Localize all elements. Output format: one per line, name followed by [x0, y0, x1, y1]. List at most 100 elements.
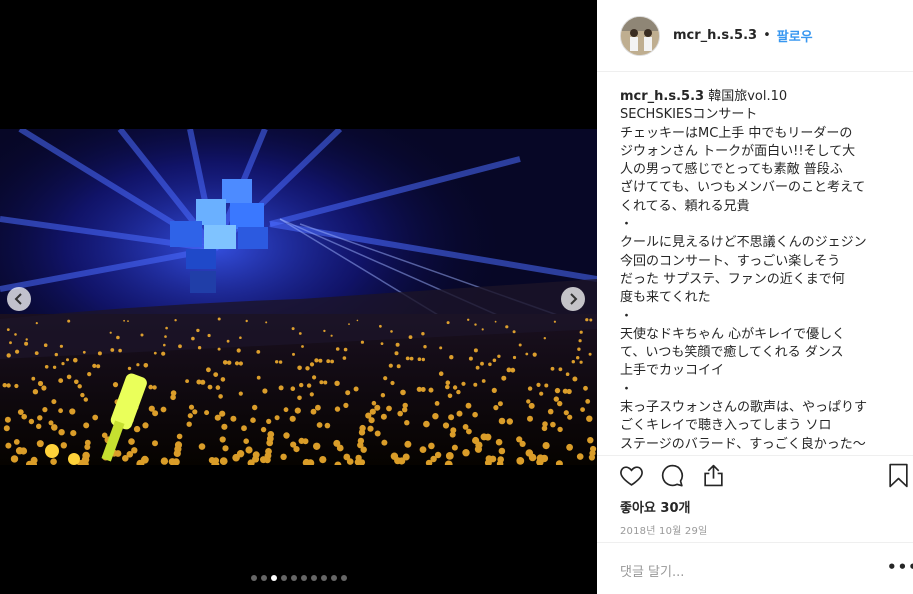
- crowd-lightstick: [342, 356, 347, 360]
- likes-count[interactable]: 좋아요 30개: [620, 497, 690, 516]
- crowd-lightstick: [274, 415, 280, 421]
- concert-photo: [0, 129, 597, 465]
- crowd-lightstick: [345, 390, 351, 396]
- caption-line: だった サプステ、ファンの近くまで何: [620, 271, 845, 287]
- crowd-lightstick: [336, 444, 344, 452]
- crowd-lightstick: [67, 319, 71, 323]
- crowd-lightstick: [250, 417, 256, 424]
- share-button[interactable]: [701, 463, 726, 488]
- crowd-lightstick: [588, 352, 592, 356]
- crowd-lightstick: [82, 451, 90, 460]
- crowd-lightstick: [148, 405, 155, 412]
- carousel-dot: [320, 575, 327, 581]
- crowd-lightstick: [305, 366, 310, 371]
- crowd-lightstick: [356, 319, 359, 322]
- crowd-lightstick: [583, 385, 588, 391]
- crowd-lightstick: [36, 440, 44, 448]
- crowd-lightstick: [544, 383, 549, 388]
- caption-line: 度も来てくれた: [620, 290, 711, 306]
- crowd-lightstick: [334, 380, 340, 386]
- next-photo-button[interactable]: [561, 287, 585, 311]
- crowd-lightstick: [133, 425, 141, 433]
- crowd-lightstick: [217, 317, 221, 321]
- crowd-lightstick: [585, 399, 591, 404]
- avatar[interactable]: [620, 15, 660, 56]
- crowd-lightstick: [227, 360, 232, 365]
- crowd-lightstick: [215, 385, 221, 390]
- crowd-lightstick: [589, 318, 593, 322]
- crowd-lightstick: [66, 358, 69, 362]
- crowd-lightstick: [114, 450, 122, 457]
- crowd-lightstick: [434, 401, 440, 406]
- crowd-lightstick: [557, 400, 563, 407]
- crowd-lightstick: [239, 336, 242, 339]
- crowd-lightstick: [525, 449, 534, 457]
- crowd-lightstick: [6, 383, 11, 388]
- crowd-lightstick: [445, 384, 450, 390]
- caption-line: チェッキーはMC上手 中でもリーダーの: [620, 125, 853, 141]
- caption-username[interactable]: mcr_h.s.5.3: [620, 89, 704, 104]
- crowd-lightstick: [185, 379, 190, 383]
- crowd-lightstick: [152, 385, 157, 390]
- crowd-lightstick: [230, 415, 237, 422]
- crowd-lightstick: [417, 357, 422, 361]
- crowd-lightstick: [473, 348, 478, 353]
- crowd-lightstick: [493, 405, 499, 411]
- crowd-lightstick: [432, 413, 439, 420]
- like-button[interactable]: [619, 463, 644, 488]
- crowd-lightstick: [19, 447, 28, 455]
- crowd-lightstick: [58, 429, 65, 436]
- carousel-dot: [290, 575, 297, 581]
- save-button[interactable]: [886, 463, 911, 488]
- crowd-lightstick: [127, 366, 132, 371]
- crowd-lightstick: [456, 389, 461, 395]
- crowd-lightstick: [14, 383, 19, 389]
- crowd-lightstick: [196, 379, 202, 385]
- crowd-lightstick: [77, 384, 82, 389]
- header-username[interactable]: mcr_h.s.5.3: [673, 28, 757, 43]
- carousel-dot: [330, 575, 337, 581]
- crowd-lightstick: [577, 347, 581, 351]
- crowd-lightstick: [423, 345, 427, 349]
- crowd-lightstick: [51, 424, 58, 431]
- crowd-lightstick: [41, 385, 47, 391]
- crowd-lightstick: [178, 344, 182, 349]
- prev-photo-button[interactable]: [7, 287, 31, 311]
- crowd-lightstick: [466, 428, 472, 435]
- crowd-lightstick: [473, 382, 478, 387]
- crowd-lightstick: [525, 352, 529, 356]
- crowd-lightstick: [206, 367, 211, 373]
- crowd-lightstick: [128, 438, 135, 445]
- crowd-lightstick: [6, 328, 10, 331]
- crowd-lightstick: [542, 442, 550, 450]
- more-options-button[interactable]: •••: [887, 558, 913, 576]
- comment-input[interactable]: 댓글 달기...: [620, 561, 684, 580]
- crowd-lightstick: [494, 320, 497, 323]
- crowd-lightstick: [21, 413, 28, 420]
- crowd-lightstick: [59, 344, 64, 348]
- crowd-lightstick: [512, 355, 517, 360]
- crowd-lightstick: [451, 444, 458, 451]
- crowd-lightstick: [110, 348, 115, 352]
- caption-line: ・: [620, 381, 634, 397]
- crowd-lightstick: [222, 445, 229, 452]
- post-header: mcr_h.s.5.3 • 팔로우: [597, 0, 913, 72]
- crowd-lightstick: [439, 346, 443, 350]
- crowd-lightstick: [143, 363, 149, 368]
- crowd-lightstick: [330, 359, 334, 364]
- crowd-lightstick: [278, 385, 284, 391]
- post-caption: mcr_h.s.5.3 韓国旅vol.10 SECHSKIESコンサート チェッキ…: [620, 88, 890, 453]
- crowd-lightstick: [260, 426, 267, 433]
- crowd-lightstick: [576, 356, 580, 360]
- crowd-lightstick: [136, 363, 140, 367]
- comment-button[interactable]: [660, 463, 685, 488]
- heart-outline-icon: [620, 466, 643, 486]
- crowd-lightstick: [4, 416, 11, 423]
- crowd-lightstick: [550, 421, 556, 428]
- crowd-lightstick: [497, 354, 501, 358]
- follow-button[interactable]: 팔로우: [777, 26, 813, 45]
- crowd-lightstick: [355, 454, 362, 462]
- crowd-lightstick: [207, 384, 213, 390]
- crowd-lightstick: [165, 326, 168, 330]
- crowd-lightstick: [262, 388, 268, 394]
